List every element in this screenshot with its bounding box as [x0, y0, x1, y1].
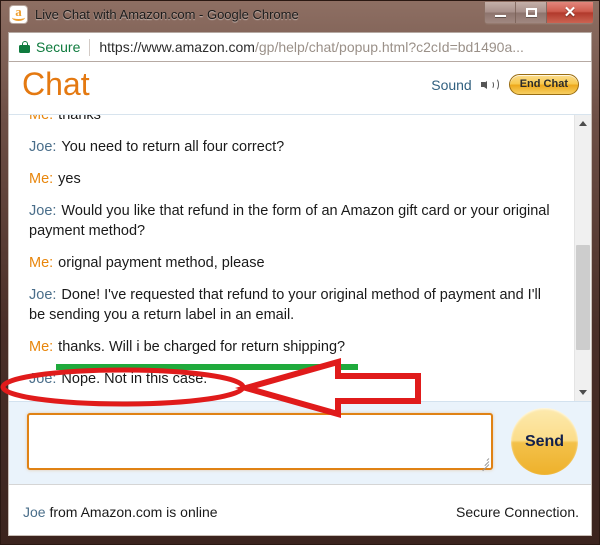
triangle-down-icon [579, 390, 587, 395]
messages-region: Me: thanks Joe: You need to return all four… [9, 115, 591, 401]
message-input[interactable] [27, 413, 493, 470]
speaker-cone [480, 80, 487, 89]
chat-message: Me: thanks [9, 115, 575, 125]
url-path: /gp/help/chat/popup.html?c2cId=bd1490a..… [254, 39, 524, 55]
message-author: Joe: [29, 371, 57, 387]
message-author: Me: [29, 171, 54, 187]
message-author: Me: [29, 255, 54, 271]
url-text[interactable]: https://www.amazon.com/gp/help/chat/popu… [99, 39, 524, 55]
close-icon: ✕ [563, 4, 577, 21]
chat-header-actions: Sound End Chat [431, 74, 579, 95]
message-text: Would you like that refund in the form o… [29, 203, 550, 239]
minimize-icon [494, 14, 506, 17]
chat-message: Joe: Would you like that refund in the fo… [9, 201, 575, 241]
amazon-favicon-icon: a [10, 5, 27, 23]
scroll-down-arrow-icon[interactable] [575, 384, 591, 401]
connection-status: Secure Connection. [456, 504, 579, 520]
page-content: Chat Sound End Chat Me: thanks Joe: You nee… [8, 62, 592, 536]
message-author: Me: [29, 339, 54, 355]
sound-label[interactable]: Sound [431, 77, 471, 93]
lock-body [19, 45, 30, 53]
minimize-button[interactable] [485, 2, 516, 23]
message-text: thanks [58, 115, 101, 123]
message-author: Joe: [29, 287, 57, 303]
message-text: thanks. Will i be charged for return shi… [58, 339, 346, 355]
message-text: orignal payment method, please [58, 255, 265, 271]
url-host: https://www.amazon.com [99, 39, 255, 55]
message-list[interactable]: Me: thanks Joe: You need to return all four… [9, 115, 575, 401]
speaker-wave-outer [492, 78, 499, 91]
message-author: Joe: [29, 203, 57, 219]
agent-status: Joe from Amazon.com is online [23, 504, 218, 520]
close-button[interactable]: ✕ [547, 2, 593, 23]
message-author: Joe: [29, 139, 57, 155]
triangle-up-icon [579, 121, 587, 126]
chat-header: Chat Sound End Chat [9, 62, 591, 115]
maximize-icon [525, 8, 537, 17]
security-status-label: Secure [36, 39, 81, 55]
agent-status-text: from Amazon.com is online [45, 504, 218, 520]
compose-area: Send [9, 401, 591, 484]
message-text: Nope. Not in this case. [61, 371, 208, 387]
browser-window: a Live Chat with Amazon.com - Google Chr… [0, 0, 600, 545]
chat-message: Me: yes [9, 169, 575, 189]
chat-message: Joe: Done! I've requested that refund to … [9, 285, 575, 325]
page-title: Chat [22, 66, 90, 102]
lock-icon [19, 41, 30, 53]
chat-message: Joe: You need to return all four correct? [9, 137, 575, 157]
message-author: Me: [29, 115, 54, 123]
speaker-icon[interactable] [480, 77, 500, 93]
send-button[interactable]: Send [511, 408, 578, 475]
agent-name: Joe [23, 504, 46, 520]
window-controls: ✕ [484, 2, 594, 25]
chat-message: Joe: Nope. Not in this case. [9, 369, 575, 389]
address-bar-separator [89, 38, 91, 56]
message-text: yes [58, 171, 81, 187]
address-bar[interactable]: Secure https://www.amazon.com/gp/help/ch… [8, 32, 592, 62]
title-bar-left: a Live Chat with Amazon.com - Google Chr… [10, 5, 299, 23]
window-title: Live Chat with Amazon.com - Google Chrom… [35, 7, 299, 22]
favicon-smile-swoosh [12, 14, 25, 21]
scrollbar-thumb[interactable] [576, 245, 590, 350]
end-chat-button[interactable]: End Chat [508, 74, 579, 95]
message-text: You need to return all four correct? [61, 139, 285, 155]
message-text: Done! I've requested that refund to your… [29, 287, 541, 323]
title-bar[interactable]: a Live Chat with Amazon.com - Google Chr… [0, 0, 600, 34]
maximize-button[interactable] [516, 2, 547, 23]
scroll-up-arrow-icon[interactable] [575, 115, 591, 132]
chat-footer: Joe from Amazon.com is online Secure Con… [9, 484, 591, 535]
chat-message: Me: orignal payment method, please [9, 253, 575, 273]
chat-message: Me: thanks. Will i be charged for return … [9, 337, 575, 357]
messages-scrollbar[interactable] [574, 115, 591, 401]
